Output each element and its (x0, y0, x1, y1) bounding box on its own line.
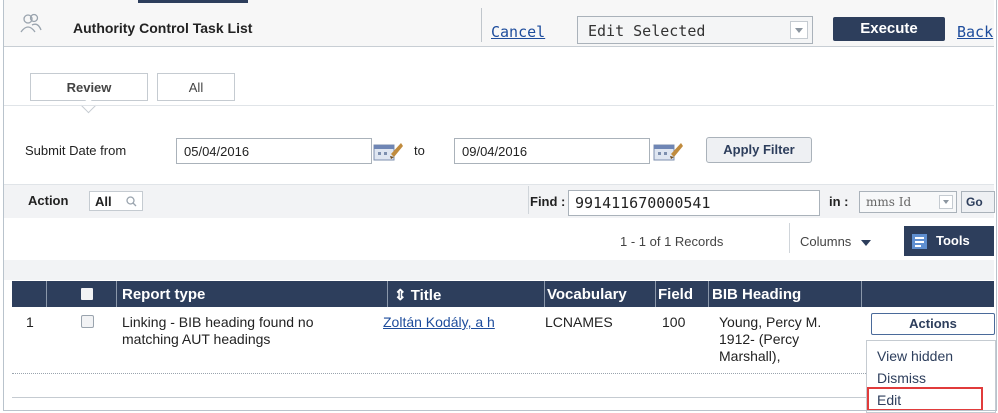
page-frame (3, 0, 997, 411)
